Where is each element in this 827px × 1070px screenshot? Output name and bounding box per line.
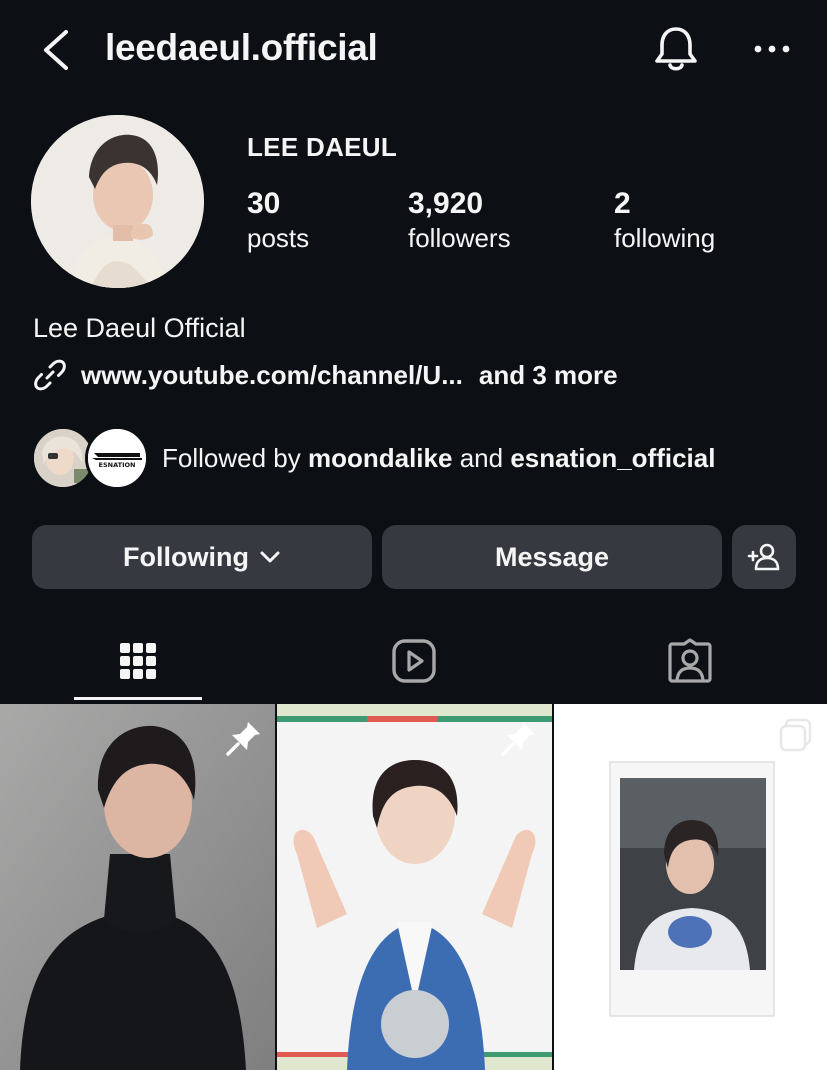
followers-label: followers [408, 223, 511, 253]
message-button[interactable]: Message [382, 525, 722, 589]
add-user-button[interactable] [732, 525, 796, 589]
followed-by-row[interactable]: ESNATION Followed by moondalike and esna… [31, 426, 811, 490]
tab-posts-grid[interactable] [74, 620, 202, 702]
add-user-icon [747, 543, 780, 571]
mutual-user-1[interactable]: moondalike [308, 443, 452, 473]
post-thumbnail-3[interactable] [554, 704, 827, 1070]
following-label: following [614, 223, 716, 253]
followed-by-text: Followed by moondalike and esnation_offi… [162, 443, 715, 474]
bio-link-more[interactable]: and 3 more [479, 360, 618, 391]
bell-icon[interactable] [652, 24, 700, 74]
post-image-1 [0, 704, 275, 1070]
following-count: 2 [614, 187, 631, 220]
followed-by-joiner: and [459, 443, 504, 473]
grid-icon [120, 643, 156, 679]
tab-tagged[interactable] [626, 620, 754, 702]
post-image-2 [277, 704, 552, 1070]
chevron-down-icon [260, 551, 280, 563]
profile-photo [31, 115, 204, 288]
link-icon [34, 359, 66, 391]
carousel-icon [779, 718, 812, 752]
top-bar: leedaeul.official [0, 0, 827, 98]
profile-username: leedaeul.official [105, 27, 378, 68]
display-name: LEE DAEUL [247, 132, 398, 162]
bio-name: Lee Daeul Official [33, 313, 246, 343]
bio-link-text[interactable]: www.youtube.com/channel/U... [81, 360, 463, 391]
posts-stat[interactable]: 30 posts [247, 187, 309, 255]
following-stat[interactable]: 2 following [614, 187, 715, 255]
chevron-left-icon[interactable] [38, 28, 74, 72]
reels-icon [392, 639, 436, 683]
mutual-avatar-2: ESNATION [85, 426, 149, 490]
message-button-label: Message [494, 541, 610, 572]
post-image-3 [554, 704, 827, 1070]
esnation-logo-text: ESNATION [99, 461, 136, 469]
pinned-icon [226, 722, 260, 756]
following-button-label: Following [123, 541, 249, 572]
followers-stat[interactable]: 3,920 followers [408, 187, 511, 255]
post-thumbnail-2[interactable] [277, 704, 552, 1070]
bio-link[interactable]: www.youtube.com/channel/U... and 3 more [33, 359, 618, 391]
profile-tabs [0, 620, 827, 702]
more-horizontal-icon[interactable] [752, 36, 792, 62]
tagged-person-icon [668, 638, 712, 683]
profile-avatar[interactable] [31, 115, 204, 288]
mutual-user-2[interactable]: esnation_official [510, 443, 715, 473]
posts-label: posts [247, 223, 310, 253]
posts-count: 30 [247, 187, 281, 220]
followed-by-prefix: Followed by [162, 443, 301, 473]
followers-count: 3,920 [408, 187, 484, 220]
following-button[interactable]: Following [32, 525, 372, 589]
active-tab-indicator [74, 697, 202, 700]
pinned-icon [501, 722, 535, 756]
post-thumbnail-1[interactable] [0, 704, 275, 1070]
tab-reels[interactable] [350, 620, 478, 702]
